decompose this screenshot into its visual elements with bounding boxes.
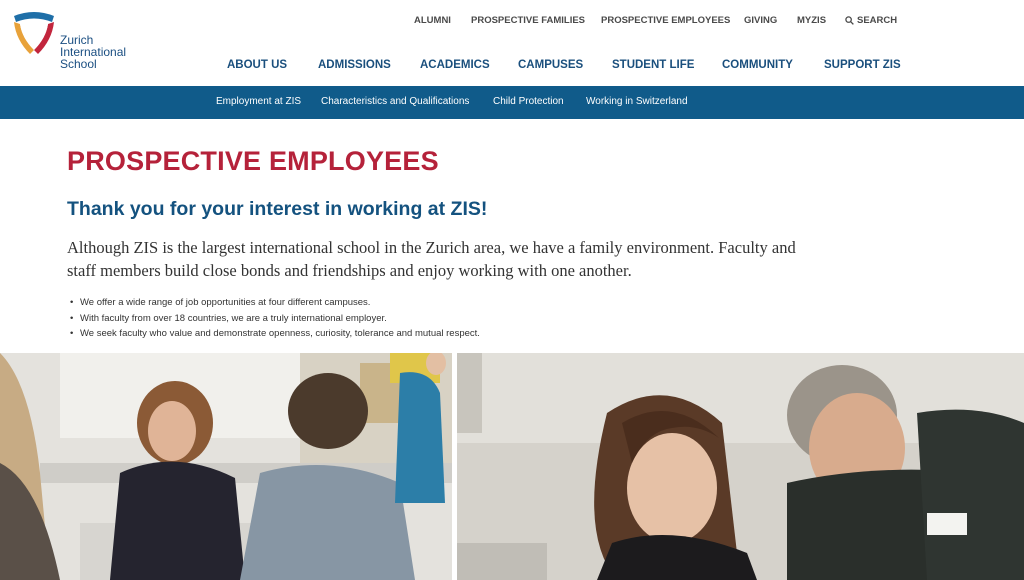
section-subnav: Employment at ZIS Characteristics and Qu…: [0, 86, 1024, 119]
subnav-working-in-switzerland[interactable]: Working in Switzerland: [586, 96, 688, 107]
list-item: With faculty from over 18 countries, we …: [70, 311, 480, 327]
main-nav-community[interactable]: COMMUNITY: [722, 59, 793, 71]
search-button[interactable]: SEARCH: [845, 15, 897, 26]
search-icon: [845, 16, 854, 25]
util-nav-prospective-families[interactable]: PROSPECTIVE FAMILIES: [471, 15, 585, 26]
main-nav-academics[interactable]: ACADEMICS: [420, 59, 490, 71]
classroom-photo-right: [457, 353, 1024, 580]
list-item: We offer a wide range of job opportuniti…: [70, 295, 480, 311]
subnav-characteristics-and-qualifications[interactable]: Characteristics and Qualifications: [321, 96, 469, 107]
main-nav-campuses[interactable]: CAMPUSES: [518, 59, 583, 71]
page-subheading: Thank you for your interest in working a…: [67, 198, 488, 220]
main-nav-about-us[interactable]: ABOUT US: [227, 59, 287, 71]
main-nav-support-zis[interactable]: SUPPORT ZIS: [824, 59, 901, 71]
page-title: PROSPECTIVE EMPLOYEES: [67, 146, 439, 176]
util-nav-myzis[interactable]: MYZIS: [797, 15, 826, 26]
util-nav-giving[interactable]: GIVING: [744, 15, 777, 26]
main-nav-admissions[interactable]: ADMISSIONS: [318, 59, 391, 71]
logo-wordmark: Zurich International School: [60, 34, 126, 70]
benefits-list: We offer a wide range of job opportuniti…: [70, 295, 480, 342]
search-label: SEARCH: [857, 15, 898, 26]
list-item: We seek faculty who value and demonstrat…: [70, 326, 480, 342]
main-nav-student-life[interactable]: STUDENT LIFE: [612, 59, 694, 71]
site-header: Zurich International School ALUMNI PROSP…: [0, 0, 1024, 86]
subnav-employment-at-zis[interactable]: Employment at ZIS: [216, 96, 301, 107]
util-nav-alumni[interactable]: ALUMNI: [414, 15, 451, 26]
subnav-child-protection[interactable]: Child Protection: [493, 96, 564, 107]
logo-line-3: School: [60, 57, 97, 71]
logo-shield-icon: [14, 12, 54, 54]
classroom-photo-left: [0, 353, 452, 580]
school-logo[interactable]: Zurich International School: [12, 10, 142, 74]
intro-paragraph: Although ZIS is the largest internationa…: [67, 238, 796, 280]
util-nav-prospective-employees[interactable]: PROSPECTIVE EMPLOYEES: [601, 15, 730, 26]
